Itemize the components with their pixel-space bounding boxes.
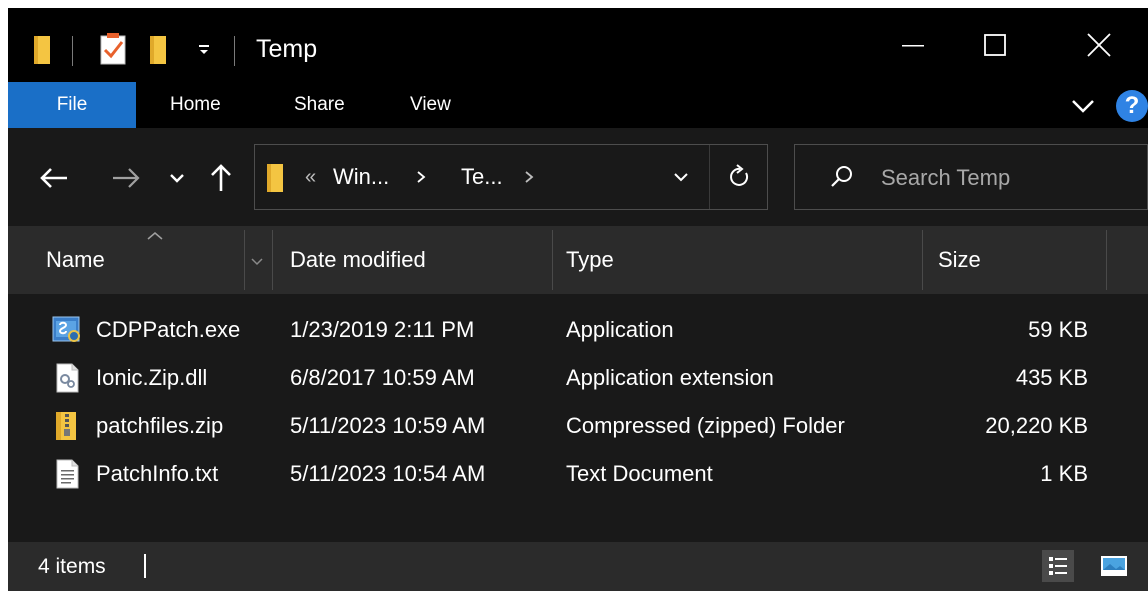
column-header-size[interactable]: Size: [938, 226, 1106, 294]
text-document-icon: [52, 458, 82, 490]
chevron-down-icon: [170, 174, 184, 183]
arrow-left-icon: [40, 168, 67, 188]
tab-file[interactable]: File: [8, 82, 136, 128]
chevron-down-icon: [1072, 100, 1094, 113]
tab-home[interactable]: Home: [170, 82, 221, 128]
properties-icon[interactable]: [98, 32, 128, 71]
file-row[interactable]: CDPPatch.exe 1/23/2019 2:11 PM Applicati…: [8, 306, 1148, 354]
file-name: Ionic.Zip.dll: [96, 365, 208, 390]
column-divider[interactable]: [272, 230, 273, 290]
breadcrumb-overflow[interactable]: «: [305, 163, 316, 191]
file-date: 6/8/2017 10:59 AM: [290, 365, 475, 390]
help-icon[interactable]: ?: [1116, 90, 1148, 122]
zip-folder-icon: [52, 410, 82, 442]
file-date: 5/11/2023 10:59 AM: [290, 413, 486, 438]
file-list: CDPPatch.exe 1/23/2019 2:11 PM Applicati…: [8, 294, 1148, 542]
column-divider[interactable]: [922, 230, 923, 290]
quick-access-separator: [72, 36, 73, 66]
column-divider[interactable]: [1106, 230, 1107, 290]
breadcrumb-item[interactable]: Te...: [461, 163, 503, 191]
chevron-down-icon[interactable]: [250, 254, 264, 272]
search-box[interactable]: [794, 144, 1148, 210]
minimize-icon: [902, 45, 924, 47]
tab-view[interactable]: View: [410, 82, 451, 128]
breadcrumb-item[interactable]: Win...: [333, 163, 389, 191]
file-name: PatchInfo.txt: [96, 461, 219, 486]
chevron-right-icon: [417, 171, 426, 183]
arrow-up-icon: [211, 164, 231, 191]
back-button[interactable]: [34, 156, 74, 200]
dll-file-icon: [52, 362, 82, 394]
file-type: Application extension: [566, 365, 774, 390]
window-folder-icon[interactable]: [32, 34, 52, 71]
file-size: 1 KB: [1040, 461, 1088, 486]
file-size: 20,220 KB: [985, 413, 1088, 438]
application-icon: [52, 314, 82, 346]
column-header-type[interactable]: Type: [566, 226, 922, 294]
file-row[interactable]: Ionic.Zip.dll 6/8/2017 10:59 AM Applicat…: [8, 354, 1148, 402]
details-view-button[interactable]: [1042, 550, 1074, 582]
title-separator: [234, 36, 235, 66]
file-size: 435 KB: [1015, 365, 1088, 390]
refresh-button[interactable]: [709, 145, 767, 209]
file-name: patchfiles.zip: [96, 413, 224, 438]
minimize-button[interactable]: [872, 14, 954, 76]
tab-share[interactable]: Share: [294, 82, 345, 128]
file-row[interactable]: PatchInfo.txt 5/11/2023 10:54 AM Text Do…: [8, 450, 1148, 498]
column-header-date[interactable]: Date modified: [290, 226, 552, 294]
address-history-dropdown[interactable]: [653, 145, 709, 209]
folder-icon: [265, 163, 285, 198]
navigation-bar: « Win... Te...: [8, 128, 1148, 226]
ribbon: File Home Share View ?: [8, 82, 1148, 128]
column-divider[interactable]: [552, 230, 553, 290]
expand-ribbon-button[interactable]: [1070, 96, 1096, 116]
file-date: 5/11/2023 10:54 AM: [290, 461, 486, 486]
file-size: 59 KB: [1028, 317, 1088, 342]
file-type: Compressed (zipped) Folder: [566, 413, 845, 438]
search-input[interactable]: [879, 159, 1143, 197]
explorer-window: Temp File Home Share View ? « Win... Te.…: [8, 8, 1148, 591]
chevron-right-icon: [525, 171, 534, 183]
arrow-right-icon: [113, 168, 140, 188]
close-button[interactable]: [1058, 14, 1140, 76]
breadcrumb-separator[interactable]: [415, 163, 427, 199]
close-icon: [1087, 33, 1111, 57]
up-button[interactable]: [204, 156, 238, 200]
address-bar[interactable]: « Win... Te...: [254, 144, 768, 210]
forward-button[interactable]: [106, 156, 146, 200]
file-type: Application: [566, 317, 674, 342]
status-separator: [144, 554, 146, 578]
chevron-down-icon: [674, 173, 688, 182]
new-folder-icon[interactable]: [148, 34, 168, 71]
search-icon: [829, 164, 855, 195]
recent-locations-button[interactable]: [164, 156, 190, 200]
file-date: 1/23/2019 2:11 PM: [290, 317, 475, 342]
large-icons-view-icon: [1101, 556, 1127, 576]
large-icons-view-button[interactable]: [1098, 550, 1130, 582]
column-header-name[interactable]: Name: [46, 226, 244, 294]
status-bar: 4 items: [8, 542, 1148, 591]
dropdown-caret-icon: [199, 45, 209, 54]
breadcrumb-separator[interactable]: [523, 163, 535, 199]
details-view-icon: [1049, 557, 1067, 575]
refresh-icon: [729, 164, 748, 186]
customize-quick-access-dropdown[interactable]: [192, 36, 216, 66]
item-count: 4 items: [38, 555, 106, 578]
window-title: Temp: [256, 35, 318, 63]
title-bar: Temp: [8, 10, 1148, 82]
maximize-button[interactable]: [954, 14, 1036, 76]
file-name: CDPPatch.exe: [96, 317, 241, 342]
file-row[interactable]: patchfiles.zip 5/11/2023 10:59 AM Compre…: [8, 402, 1148, 450]
file-type: Text Document: [566, 461, 713, 486]
column-divider[interactable]: [244, 230, 245, 290]
column-headers: Name Date modified Type Size: [8, 226, 1148, 294]
maximize-icon: [984, 34, 1006, 56]
